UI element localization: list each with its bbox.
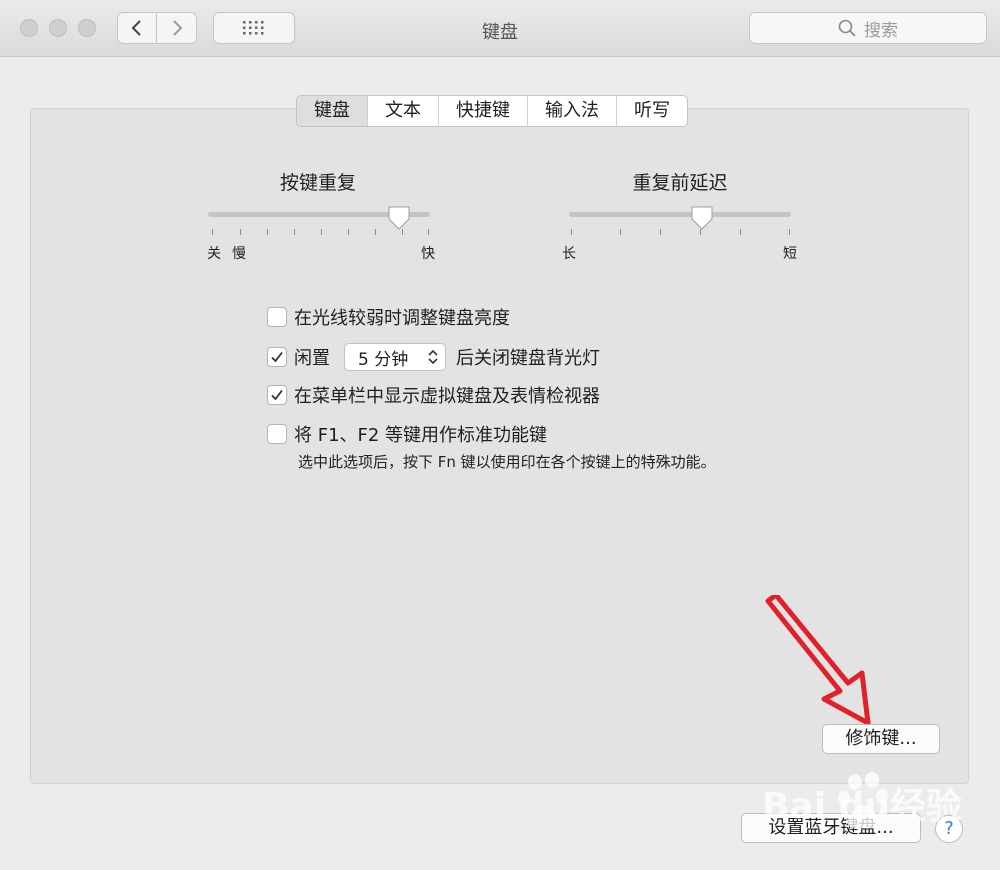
help-button[interactable]: ? <box>935 815 963 843</box>
tick <box>212 229 213 235</box>
tick <box>428 229 429 235</box>
tick <box>620 229 621 235</box>
setup-bluetooth-keyboard-button[interactable]: 设置蓝牙键盘... <box>741 813 921 843</box>
tab-shortcuts[interactable]: 快捷键 <box>439 96 528 126</box>
tick <box>375 229 376 235</box>
tick <box>240 229 241 235</box>
modifier-keys-button[interactable]: 修饰键... <box>822 724 940 754</box>
tab-input-sources[interactable]: 输入法 <box>528 96 617 126</box>
tick <box>660 229 661 235</box>
tick <box>267 229 268 235</box>
key-repeat-title: 按键重复 <box>279 172 356 194</box>
delay-long-label: 长 <box>562 246 576 262</box>
show-viewer-label: 在菜单栏中显示虚拟键盘及表情检视器 <box>294 386 600 407</box>
idle-time-value: 5 分钟 <box>358 349 409 370</box>
tab-bar: 键盘 文本 快捷键 输入法 听写 <box>296 95 688 127</box>
backlight-off-prefix: 闲置 <box>294 348 330 369</box>
search-field[interactable]: 搜索 <box>749 12 987 44</box>
adjust-brightness-label: 在光线较弱时调整键盘亮度 <box>294 308 510 329</box>
adjust-brightness-checkbox[interactable] <box>267 307 287 327</box>
fn-keys-checkbox[interactable] <box>267 424 287 444</box>
search-placeholder: 搜索 <box>864 20 898 41</box>
tick <box>571 229 572 235</box>
tab-keyboard[interactable]: 键盘 <box>297 96 368 126</box>
tick <box>321 229 322 235</box>
fn-keys-hint: 选中此选项后，按下 Fn 键以使用印在各个按键上的特殊功能。 <box>298 453 716 471</box>
annotation-arrow <box>765 595 871 726</box>
tab-dictation[interactable]: 听写 <box>617 96 687 126</box>
checkmark-icon <box>271 389 283 401</box>
option-backlight-off: 闲置 5 分钟 后关闭键盘背光灯 <box>267 343 600 371</box>
delay-until-repeat-track[interactable] <box>569 212 791 217</box>
key-repeat-thumb[interactable] <box>387 205 411 231</box>
delay-short-label: 短 <box>783 246 797 262</box>
updown-chevron-icon <box>428 349 438 365</box>
show-viewer-checkbox[interactable] <box>267 385 287 405</box>
tab-text[interactable]: 文本 <box>368 96 439 126</box>
delay-until-repeat-thumb[interactable] <box>690 205 714 231</box>
search-icon <box>838 19 856 37</box>
title-bar: 键盘 搜索 <box>0 0 1000 57</box>
option-fn-keys: 将 F1、F2 等键用作标准功能键 <box>267 421 547 447</box>
fn-keys-label: 将 F1、F2 等键用作标准功能键 <box>294 425 548 446</box>
option-adjust-brightness: 在光线较弱时调整键盘亮度 <box>267 304 510 330</box>
idle-time-popup[interactable]: 5 分钟 <box>344 343 446 371</box>
tick <box>348 229 349 235</box>
tick <box>740 229 741 235</box>
tick <box>294 229 295 235</box>
key-repeat-off-label: 关 <box>207 246 221 262</box>
backlight-off-suffix: 后关闭键盘背光灯 <box>456 348 600 369</box>
delay-until-repeat-title: 重复前延迟 <box>632 172 728 194</box>
option-show-viewer: 在菜单栏中显示虚拟键盘及表情检视器 <box>267 382 600 408</box>
backlight-off-checkbox[interactable] <box>267 347 287 367</box>
tick <box>789 229 790 235</box>
checkmark-icon <box>271 351 283 363</box>
key-repeat-fast-label: 快 <box>421 246 435 262</box>
key-repeat-slow-label: 慢 <box>232 246 246 262</box>
